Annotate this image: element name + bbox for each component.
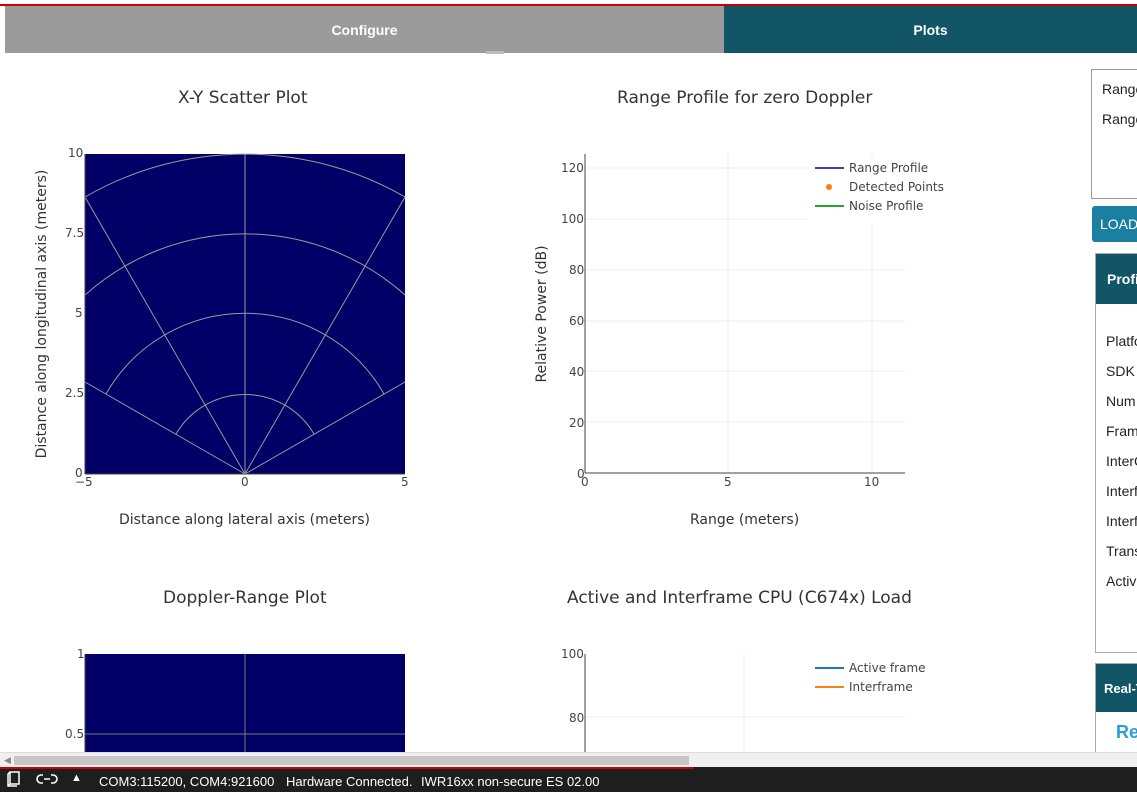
- status-progress-bar: [0, 767, 694, 769]
- doppler-range-ytick: 1: [77, 647, 85, 661]
- scatter-xtick: 5: [401, 475, 409, 489]
- profile-info-panel: Profi Platfo SDK V Num Fram InterC Inter…: [1095, 253, 1137, 653]
- tab-configure[interactable]: Configure: [5, 6, 724, 53]
- range-profile-ytick: 80: [569, 263, 584, 277]
- scatter-ytick: 7.5: [65, 226, 84, 240]
- connection-status-text: Hardware Connected.: [286, 774, 412, 789]
- range-profile-ytick: 60: [569, 314, 584, 328]
- range-profile-ytick: 20: [569, 416, 584, 430]
- profile-row: Interf: [1106, 483, 1137, 499]
- profile-row: Activ: [1106, 573, 1136, 589]
- legend-label: Detected Points: [849, 180, 944, 194]
- connection-link-icon[interactable]: [36, 771, 58, 790]
- doppler-range-ytick: 0.5: [65, 727, 84, 741]
- device-info-text: IWR16xx non-secure ES 02.00: [421, 774, 599, 789]
- scroll-left-icon[interactable]: ◀: [4, 755, 11, 766]
- range-profile-title: Range Profile for zero Doppler: [617, 88, 872, 108]
- range-profile-xtick: 0: [581, 475, 589, 489]
- scrollbar-thumb[interactable]: [14, 756, 689, 765]
- status-bar: ▲ COM3:115200, COM4:921600 Hardware Conn…: [0, 767, 1137, 792]
- profile-header: Profi: [1096, 254, 1137, 304]
- tab-divider-handle: [486, 51, 504, 54]
- realtime-header: Real-T: [1096, 664, 1137, 712]
- range-info-line: Range: [1102, 81, 1137, 97]
- profile-row: Trans: [1106, 543, 1137, 559]
- realtime-panel: Real-T Re: [1095, 663, 1137, 763]
- scatter-ytick: 10: [68, 146, 83, 160]
- chevron-up-icon[interactable]: ▲: [71, 772, 82, 784]
- book-icon[interactable]: [7, 771, 21, 790]
- tab-plots[interactable]: Plots: [724, 6, 1137, 53]
- range-profile-xtick: 10: [864, 475, 879, 489]
- profile-row: SDK V: [1106, 363, 1137, 379]
- range-profile-xtick: 5: [724, 475, 732, 489]
- profile-row: Platfo: [1106, 333, 1137, 349]
- legend-label: Interframe: [849, 680, 913, 694]
- range-profile-ylabel: Relative Power (dB): [534, 245, 550, 382]
- scatter-xlabel: Distance along lateral axis (meters): [119, 512, 370, 528]
- range-profile-xlabel: Range (meters): [690, 512, 799, 528]
- profile-row: Num: [1106, 393, 1136, 409]
- realtime-link[interactable]: Re: [1116, 722, 1137, 743]
- range-info-panel: Range Range: [1091, 69, 1137, 199]
- legend-label: Range Profile: [849, 161, 928, 175]
- cpu-load-title: Active and Interframe CPU (C674x) Load: [567, 588, 912, 608]
- cpu-load-ytick: 100: [561, 647, 584, 661]
- horizontal-scrollbar[interactable]: ◀: [0, 752, 1137, 767]
- doppler-range-plot[interactable]: [0, 640, 420, 752]
- doppler-range-title: Doppler-Range Plot: [163, 588, 327, 608]
- scatter-xtick: 0: [241, 475, 249, 489]
- scatter-ytick: 5: [75, 306, 83, 320]
- scatter-ytick: 0: [75, 466, 83, 480]
- cpu-load-ytick: 80: [569, 711, 584, 725]
- legend-marker-detected-points: [826, 184, 832, 190]
- legend-label: Active frame: [849, 661, 926, 675]
- range-profile-ytick: 100: [561, 212, 584, 226]
- scatter-ylabel: Distance along longitudinal axis (meters…: [34, 170, 50, 459]
- range-info-line: Range: [1102, 111, 1137, 127]
- legend-label: Noise Profile: [849, 199, 923, 213]
- range-profile-ytick: 120: [561, 161, 584, 175]
- range-profile-ytick: 40: [569, 365, 584, 379]
- cpu-load-plot[interactable]: [560, 640, 960, 752]
- scatter-plot[interactable]: [0, 140, 420, 500]
- scatter-ytick: 2.5: [65, 386, 84, 400]
- profile-row: Fram: [1106, 423, 1137, 439]
- profile-row: Interf: [1106, 513, 1137, 529]
- com-ports-text: COM3:115200, COM4:921600: [99, 774, 274, 789]
- profile-row: InterC: [1106, 453, 1137, 469]
- scatter-plot-title: X-Y Scatter Plot: [178, 88, 307, 108]
- load-button[interactable]: LOAD: [1092, 206, 1137, 242]
